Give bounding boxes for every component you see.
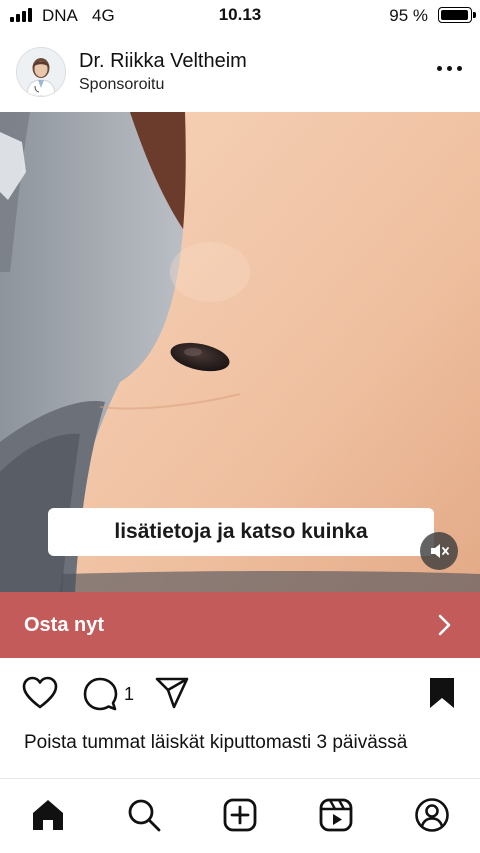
search-icon xyxy=(128,799,161,832)
comment-bubble-icon[interactable] xyxy=(82,676,118,712)
heart-icon[interactable] xyxy=(22,676,58,710)
video-caption: lisätietoja ja katso kuinka xyxy=(48,508,434,556)
status-bar: DNA 4G 10.13 95 % xyxy=(0,0,480,32)
shop-now-button[interactable]: Osta nyt xyxy=(0,592,480,658)
nav-search[interactable] xyxy=(126,797,162,833)
paper-plane-icon[interactable] xyxy=(154,676,190,710)
nav-profile[interactable] xyxy=(414,797,450,833)
post-header: Dr. Riikka Veltheim Sponsoroitu xyxy=(0,40,480,104)
bookmark-filled-icon[interactable] xyxy=(428,676,456,710)
bottom-navigation xyxy=(0,778,480,853)
author-name[interactable]: Dr. Riikka Veltheim xyxy=(79,50,247,73)
sponsored-label: Sponsoroitu xyxy=(79,76,165,93)
nav-reels[interactable] xyxy=(318,797,354,833)
create-plus-icon xyxy=(223,798,257,832)
nav-home[interactable] xyxy=(30,797,66,833)
profile-icon xyxy=(415,798,449,832)
chevron-right-icon xyxy=(438,614,451,636)
speaker-muted-icon[interactable] xyxy=(420,532,458,570)
reels-icon xyxy=(319,798,353,832)
comment-count: 1 xyxy=(124,684,135,704)
post-media[interactable]: lisätietoja ja katso kuinka xyxy=(0,112,480,592)
action-row: 1 xyxy=(0,672,480,716)
battery-percentage: 95 % xyxy=(389,6,428,25)
nav-create[interactable] xyxy=(222,797,258,833)
author-avatar[interactable] xyxy=(16,47,66,97)
post-caption: Poista tummat läiskät kiputtomasti 3 päi… xyxy=(24,732,408,753)
more-dots-icon[interactable] xyxy=(437,66,462,71)
home-icon xyxy=(33,800,63,830)
cta-label: Osta nyt xyxy=(24,614,105,636)
battery-icon xyxy=(438,7,476,23)
